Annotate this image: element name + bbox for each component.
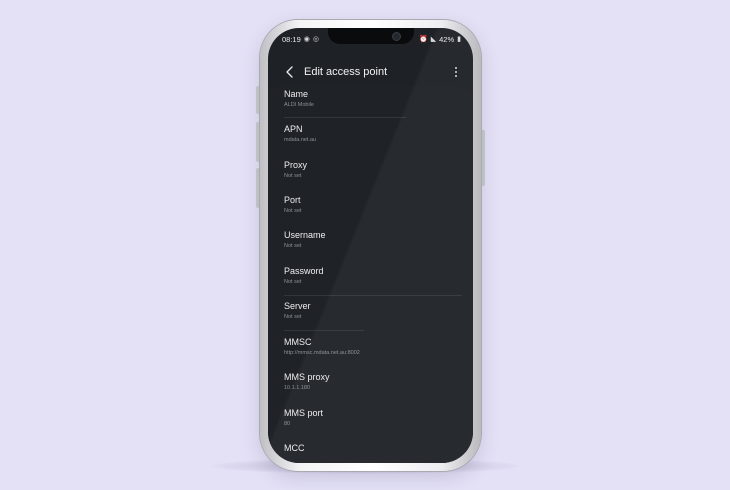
- status-left: 08:19 ◉ ◎: [282, 35, 319, 44]
- page-title: Edit access point: [304, 66, 388, 78]
- setting-value: http://mmsc.mdata.net.au:8002: [284, 350, 360, 356]
- setting-label: Server: [284, 301, 311, 311]
- notification-icon: ◎: [312, 36, 319, 43]
- setting-value: 10.1.1.180: [284, 385, 310, 391]
- setting-value: Not set: [284, 243, 302, 249]
- setting-password[interactable]: Password Not set: [268, 263, 473, 297]
- battery-icon: ▮: [457, 36, 461, 43]
- setting-name[interactable]: Name ALDI Mobile: [268, 86, 473, 120]
- setting-value: mdata.net.au: [284, 137, 317, 143]
- setting-value: Not set: [284, 208, 302, 214]
- setting-label: MMSC: [284, 337, 312, 347]
- alarm-icon: ⏰: [419, 36, 428, 43]
- power-button: [481, 130, 485, 186]
- status-bar: 08:19 ◉ ◎ ⏰ ◣ 42% ▮: [282, 33, 461, 45]
- settings-list: Name ALDI Mobile APN mdata.net.au Proxy …: [268, 86, 473, 463]
- setting-value: ALDI Mobile: [284, 102, 314, 108]
- setting-label: Port: [284, 195, 301, 205]
- more-options-icon[interactable]: [449, 64, 463, 80]
- setting-label: MMS proxy: [284, 372, 330, 382]
- setting-label: Proxy: [284, 160, 308, 170]
- phone-screen: 08:19 ◉ ◎ ⏰ ◣ 42% ▮ Edit access point Na…: [268, 28, 473, 463]
- status-right: ⏰ ◣ 42% ▮: [419, 35, 461, 44]
- setting-apn[interactable]: APN mdata.net.au: [268, 121, 473, 155]
- signal-icon: ◣: [430, 36, 437, 43]
- back-arrow-icon[interactable]: [282, 64, 298, 80]
- battery-level: 42%: [439, 34, 455, 44]
- setting-mms-port[interactable]: MMS port 80: [268, 405, 473, 439]
- app-bar: Edit access point: [268, 60, 473, 84]
- setting-label: Name: [284, 89, 309, 99]
- setting-label: MMS port: [284, 408, 324, 418]
- setting-mmsc[interactable]: MMSC http://mmsc.mdata.net.au:8002: [268, 334, 473, 368]
- setting-mcc[interactable]: MCC: [268, 440, 473, 463]
- messenger-icon: ◉: [303, 36, 310, 43]
- setting-value: Not set: [284, 279, 302, 285]
- setting-username[interactable]: Username Not set: [268, 227, 473, 261]
- setting-label: Password: [284, 266, 324, 276]
- setting-label: MCC: [284, 443, 305, 453]
- status-time: 08:19: [282, 34, 301, 44]
- setting-value: Not set: [284, 314, 302, 320]
- setting-proxy[interactable]: Proxy Not set: [268, 157, 473, 191]
- setting-server[interactable]: Server Not set: [268, 298, 473, 332]
- setting-label: APN: [284, 124, 303, 134]
- setting-value: Not set: [284, 173, 302, 179]
- divider: [284, 117, 406, 118]
- setting-label: Username: [284, 230, 326, 240]
- setting-port[interactable]: Port Not set: [268, 192, 473, 226]
- divider: [284, 295, 462, 296]
- divider: [284, 330, 364, 331]
- setting-value: 80: [284, 421, 291, 427]
- setting-mms-proxy[interactable]: MMS proxy 10.1.1.180: [268, 369, 473, 403]
